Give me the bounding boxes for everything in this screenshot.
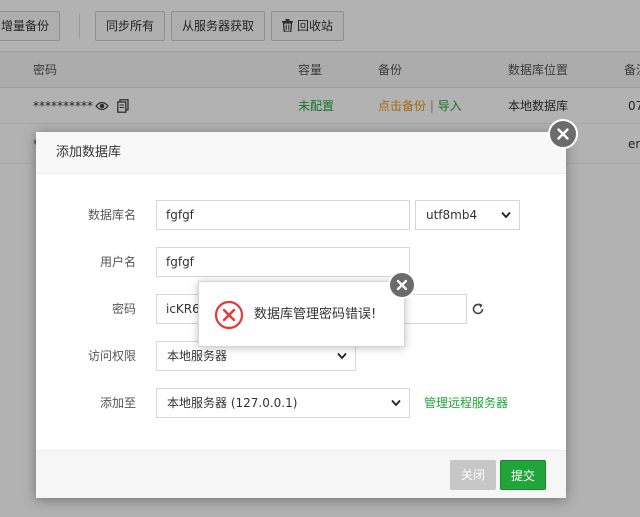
access-value: 本地服务器 (167, 349, 228, 363)
error-icon (214, 300, 244, 330)
username-input[interactable]: fgfgf (156, 247, 410, 277)
chevron-down-icon (391, 399, 401, 407)
charset-select[interactable]: utf8mb4 (415, 200, 520, 230)
close-icon (557, 128, 569, 140)
dialog-title: 添加数据库 (36, 132, 566, 174)
close-icon (396, 279, 408, 291)
toast-message: 数据库管理密码错误! (254, 307, 377, 322)
close-button[interactable]: 关闭 (450, 460, 496, 490)
error-toast: 数据库管理密码错误! (198, 281, 405, 347)
username-label: 用户名 (99, 255, 136, 269)
add-to-value: 本地服务器 (127.0.0.1) (167, 396, 298, 410)
chevron-down-icon (501, 211, 511, 219)
access-label: 访问权限 (87, 349, 136, 363)
dialog-close-button[interactable] (548, 119, 578, 149)
password-label: 密码 (111, 302, 136, 316)
manage-remote-servers-link[interactable]: 管理远程服务器 (424, 388, 508, 418)
toast-close-button[interactable] (388, 271, 416, 299)
submit-button[interactable]: 提交 (500, 460, 546, 490)
refresh-icon[interactable] (471, 302, 485, 316)
db-name-input[interactable]: fgfgf (156, 200, 410, 230)
add-to-label: 添加至 (99, 396, 136, 410)
db-name-label: 数据库名 (87, 208, 136, 222)
add-to-select[interactable]: 本地服务器 (127.0.0.1) (156, 388, 410, 418)
chevron-down-icon (337, 352, 347, 360)
charset-value: utf8mb4 (426, 208, 478, 222)
dialog-footer: 关闭 提交 (36, 450, 566, 498)
